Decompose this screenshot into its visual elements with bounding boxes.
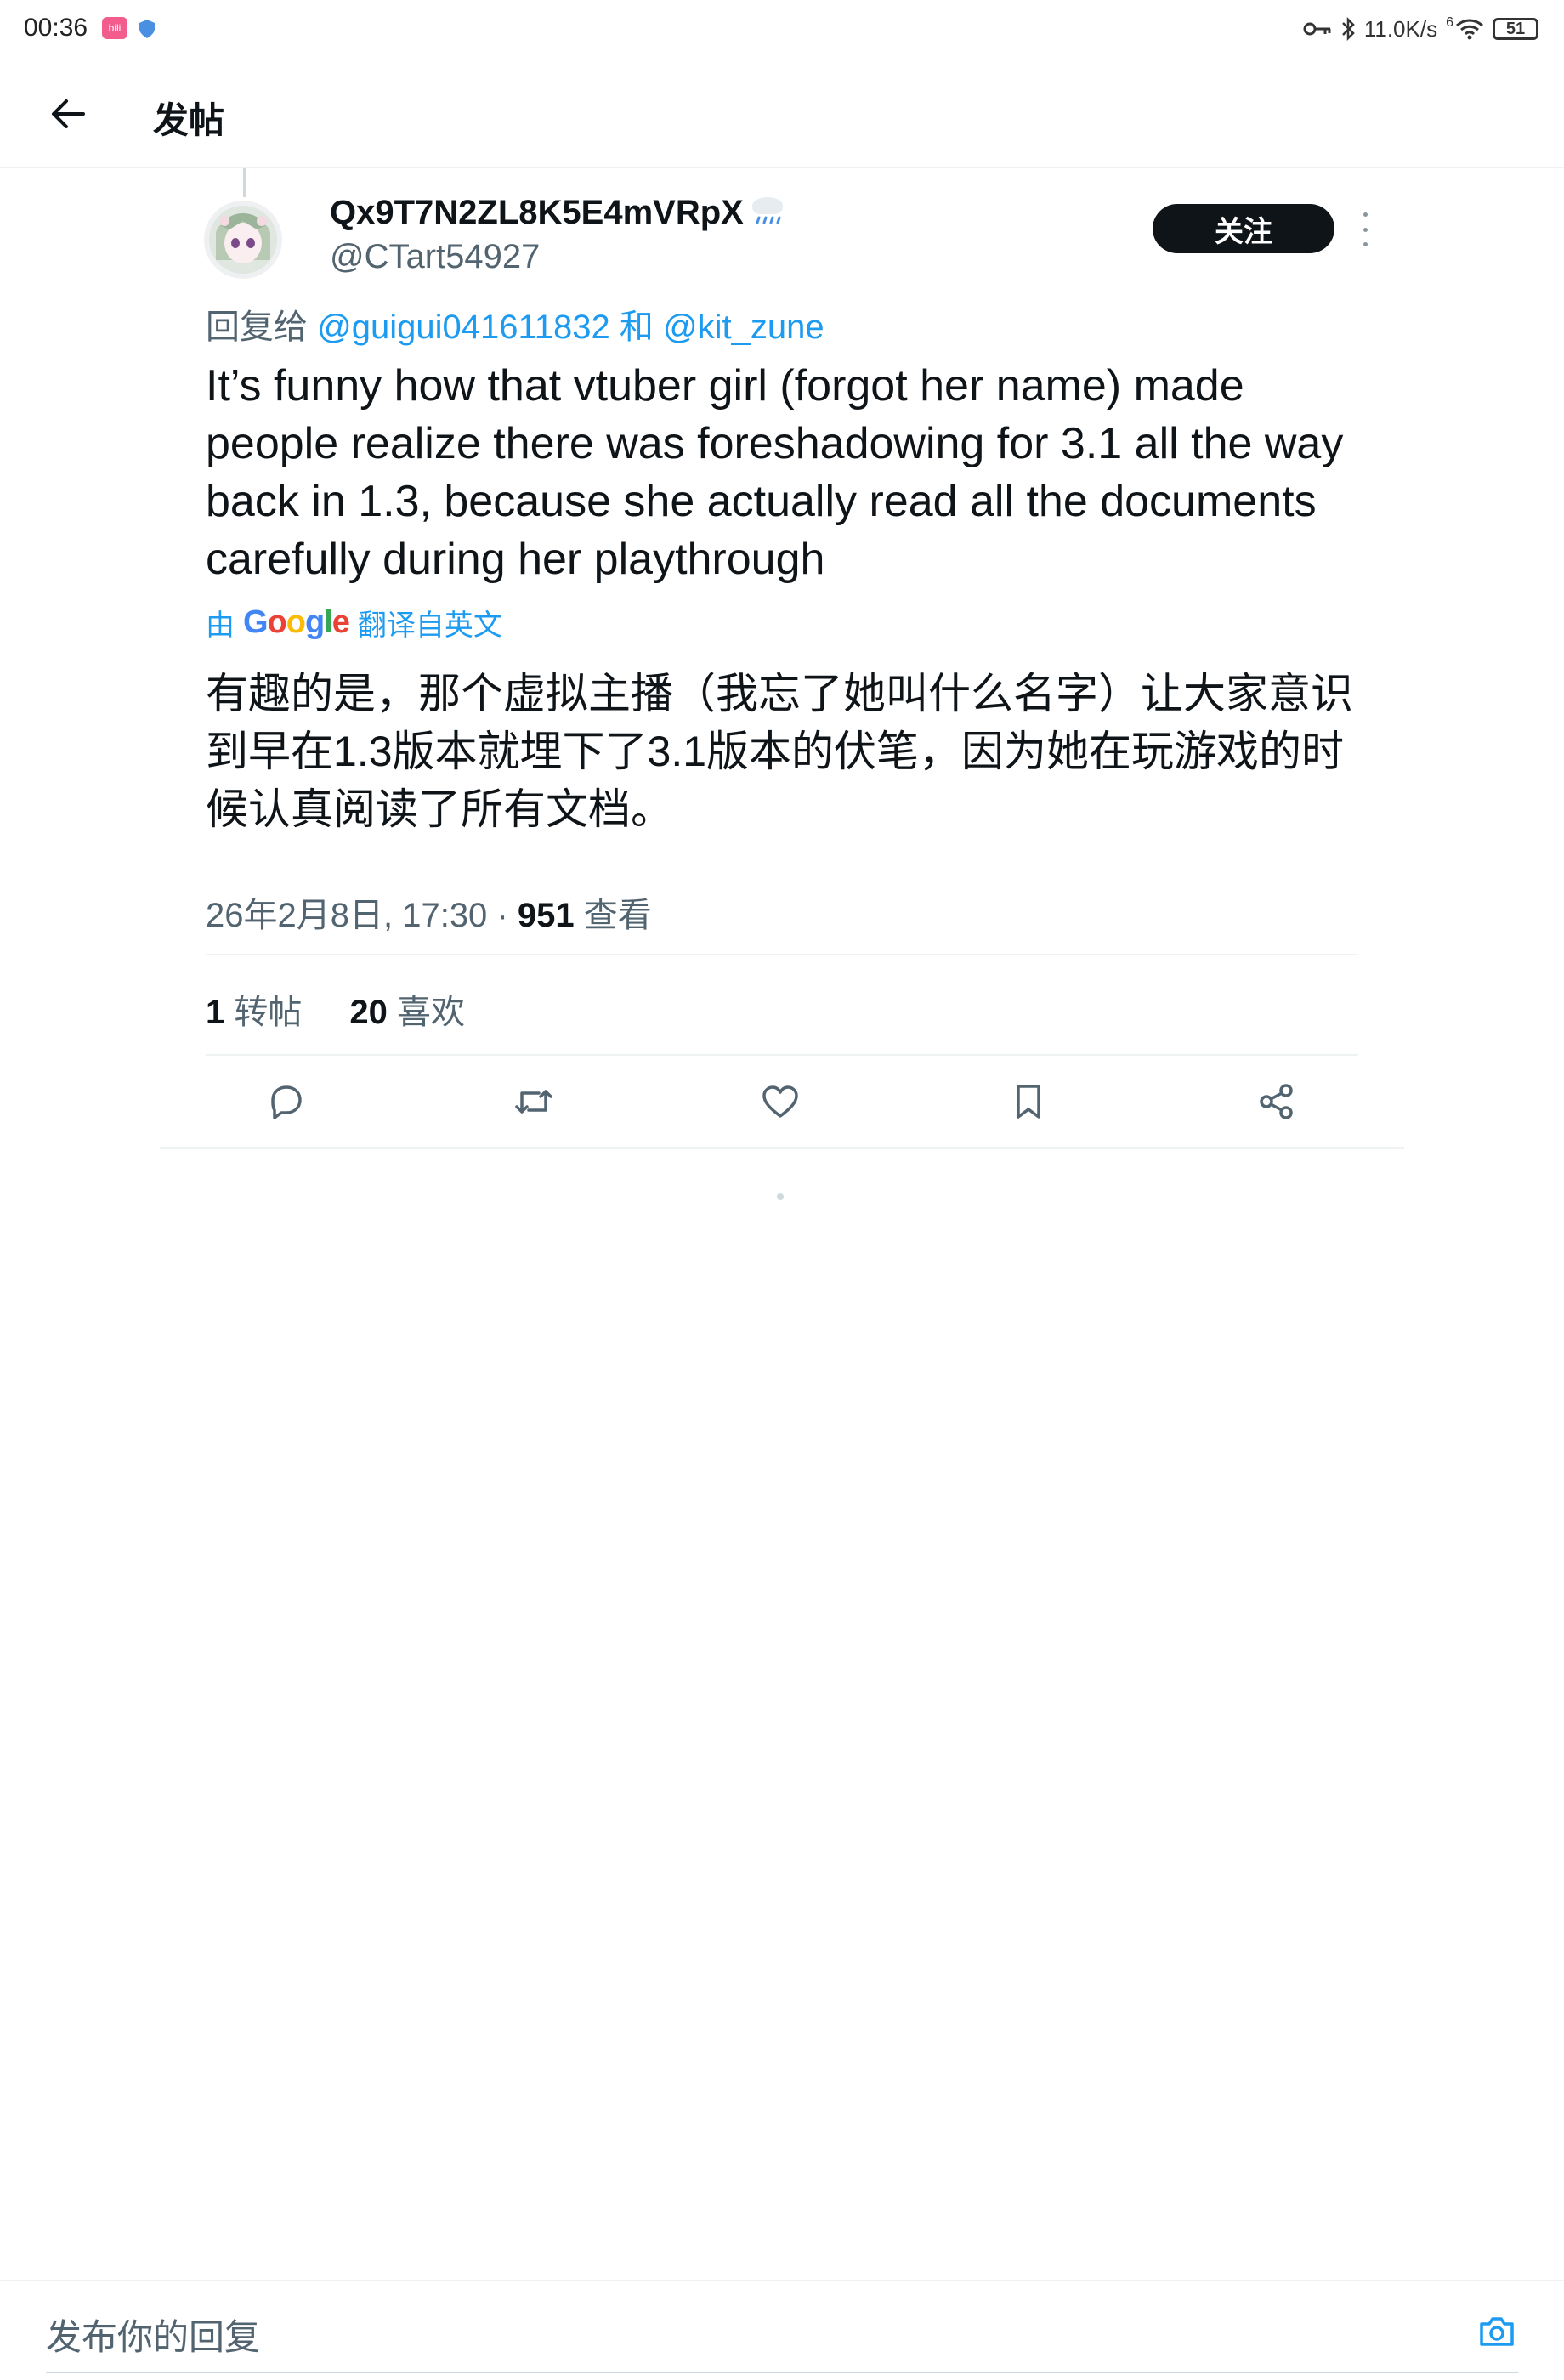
- divider: [206, 1054, 1358, 1056]
- weather-emoji: [747, 192, 788, 234]
- views-count: 951: [517, 897, 575, 934]
- mention-link[interactable]: @guigui041611832: [317, 309, 610, 346]
- status-right-group: 11.0K/s 6 51: [1303, 12, 1538, 46]
- likes-label: 喜欢: [397, 994, 465, 1031]
- key-icon: [1303, 22, 1331, 36]
- page-title: 发帖: [153, 100, 225, 140]
- composer-divider: [0, 2280, 1564, 2281]
- header-divider: [0, 167, 1564, 168]
- retweet-icon: [515, 1090, 552, 1114]
- divider: [206, 954, 1358, 955]
- back-arrow-icon: [52, 99, 85, 128]
- signal-label: 6: [1446, 15, 1454, 30]
- tweet-datetime[interactable]: 26年2月8日, 17:30: [206, 897, 487, 934]
- views-label: 查看: [583, 897, 652, 934]
- retweets-stat[interactable]: 1 转帖: [206, 984, 302, 1034]
- likes-stat[interactable]: 20 喜欢: [349, 984, 465, 1034]
- translation-attribution[interactable]: 由 Google 翻译自英文: [206, 602, 502, 643]
- thread-connector-line: [243, 168, 246, 197]
- network-speed: 11.0K/s: [1363, 15, 1438, 42]
- bluetooth-icon: [1341, 17, 1355, 41]
- avatar[interactable]: [204, 201, 282, 279]
- likes-count: 20: [349, 994, 388, 1031]
- author-handle[interactable]: @CTart54927: [330, 238, 540, 276]
- composer-underline: [46, 2372, 1518, 2373]
- battery-indicator: 51: [1493, 18, 1538, 40]
- status-bar: 00:36 bili 11.0K/s 6 51: [0, 0, 1564, 61]
- more-icon[interactable]: [1355, 212, 1375, 246]
- status-time: 00:36: [24, 14, 88, 42]
- bilibili-icon: bili: [102, 17, 128, 39]
- translation-suffix: 翻译自英文: [357, 609, 502, 642]
- rain-cloud-icon: [751, 197, 783, 224]
- wifi-icon: [1456, 19, 1483, 40]
- camera-icon: [1480, 2317, 1514, 2346]
- retweets-count: 1: [206, 994, 225, 1031]
- retweets-label: 转帖: [234, 994, 303, 1031]
- mention-link[interactable]: @kit_zune: [663, 309, 824, 346]
- translation-by: 由: [206, 609, 235, 642]
- share-button[interactable]: [1253, 1078, 1300, 1125]
- reply-to-line: 回复给 @guigui041611832 和 @kit_zune: [206, 299, 824, 348]
- like-button[interactable]: [756, 1078, 804, 1125]
- divider: [160, 1148, 1404, 1149]
- meta-separator: ·: [496, 897, 508, 934]
- loading-indicator: [777, 1193, 784, 1200]
- author-name-text: Qx9T7N2ZL8K5E4mVRpX: [330, 194, 744, 231]
- shield-icon: [139, 20, 155, 38]
- tweet-meta: 26年2月8日, 17:30 · 951 查看: [206, 887, 652, 937]
- reply-button[interactable]: [262, 1078, 309, 1125]
- bookmark-button[interactable]: [1005, 1078, 1052, 1125]
- tweet-text: It’s funny how that vtuber girl (forgot …: [206, 361, 1344, 584]
- reply-to-conjunction: 和: [619, 309, 654, 346]
- back-button[interactable]: [44, 90, 92, 138]
- like-icon: [762, 1085, 798, 1118]
- share-icon: [1260, 1084, 1293, 1119]
- tweet-stats: 1 转帖 20 喜欢: [206, 984, 465, 1034]
- author-display-name[interactable]: Qx9T7N2ZL8K5E4mVRpX: [330, 192, 788, 234]
- translated-text: 有趣的是，那个虚拟主播（我忘了她叫什么名字）让大家意识到早在1.3版本就埋下了3…: [206, 670, 1353, 833]
- avatar-image: [204, 201, 282, 279]
- google-logo: Google: [243, 604, 350, 640]
- reply-icon: [271, 1085, 302, 1119]
- camera-button[interactable]: [1474, 2309, 1520, 2354]
- reply-input[interactable]: 发布你的回复: [46, 2309, 260, 2360]
- bookmark-icon: [1017, 1085, 1040, 1119]
- reply-to-prefix: 回复给: [206, 309, 308, 346]
- follow-button[interactable]: 关注: [1153, 204, 1334, 253]
- retweet-button[interactable]: [510, 1078, 558, 1125]
